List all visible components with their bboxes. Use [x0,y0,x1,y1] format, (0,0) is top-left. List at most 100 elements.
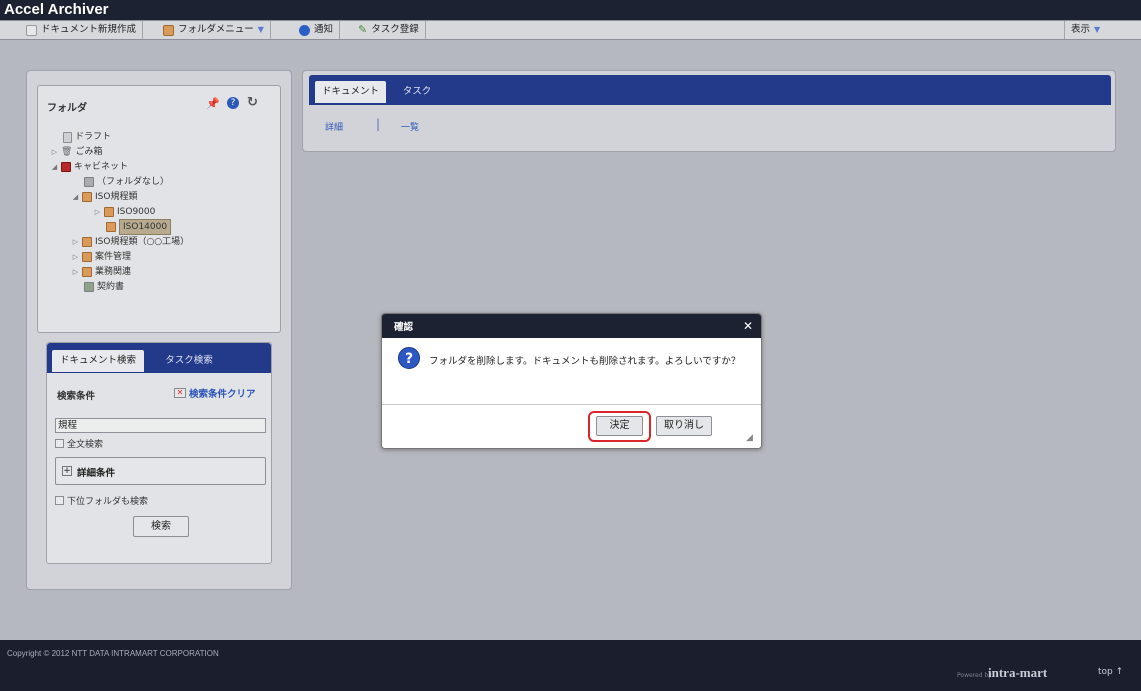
tree-item-label: 業務関連 [95,267,132,277]
question-icon: ? [398,347,420,369]
tree-item-label: 契約書 [97,282,125,292]
tab-document[interactable]: ドキュメント [315,81,386,103]
trash-icon: 🗑 [61,147,73,157]
folder-icon [82,192,92,202]
tree-item-label: ごみ箱 [75,147,103,157]
chevron-down-icon: ▼ [1094,25,1101,34]
folder-icon [84,177,94,187]
expand-icon[interactable]: ▷ [51,145,58,159]
detail-conditions-toggle[interactable]: + 詳細条件 [55,457,266,485]
search-tabs: ドキュメント検索 タスク検索 [47,343,271,373]
plus-icon: + [62,466,72,476]
expand-icon[interactable]: ▷ [72,265,79,279]
detail-conditions-label: 詳細条件 [77,468,116,479]
tree-item-draft[interactable]: ドラフト [63,130,111,144]
tab-task-search[interactable]: タスク検索 [153,350,225,372]
folder-icon [82,267,92,277]
resize-handle[interactable]: ◢ [746,433,753,443]
ok-button[interactable]: 決定 [596,416,643,436]
cabinet-icon [61,162,71,172]
notify-label: 通知 [314,24,334,35]
footer: Copyright © 2012 NTT DATA INTRAMART CORP… [0,640,1141,691]
tree-item-iso14000[interactable]: ISO14000 [106,219,172,235]
main-tabs: ドキュメント タスク [309,75,1111,105]
collapse-icon[interactable]: ◢ [51,160,58,174]
subfolder-label: 下位フォルダも検索 [67,496,149,507]
tree-item-label: 案件管理 [95,252,132,262]
tree-item-projects[interactable]: ▷ 案件管理 [72,250,131,264]
link-separator: | [376,117,381,131]
clear-icon: ✕ [174,388,186,398]
expand-icon[interactable]: ▷ [72,235,79,249]
link-detail[interactable]: 詳細 [325,120,343,133]
close-icon[interactable]: ✕ [743,319,753,333]
tab-task[interactable]: タスク [392,81,442,103]
tree-item-business[interactable]: ▷ 業務関連 [72,265,131,279]
chevron-down-icon: ▼ [257,25,264,34]
expand-icon[interactable]: ▷ [72,250,79,264]
tree-item-label: ISO規程類 [95,192,138,202]
pencil-icon: ✎ [358,23,368,36]
left-panel: フォルダ 📌 ? ↻ ドラフト ▷ 🗑 ごみ箱 ◢ キャビネット （フォルダなし… [26,70,292,590]
fulltext-label: 全文検索 [67,439,104,450]
collapse-icon[interactable]: ◢ [72,190,79,204]
powered-by-label: Powered by [957,672,992,679]
keyword-input[interactable]: 規程 [55,418,266,433]
app-header: Accel Archiver ドキュメント新規作成 フォルダメニュー ▼ 通知 … [0,0,1141,40]
tree-item-label: ISO規程類（○○工場） [95,237,190,247]
tree-item-label: キャビネット [74,162,129,172]
cancel-button[interactable]: 取り消し [656,416,712,436]
tree-item-iso[interactable]: ◢ ISO規程類 [72,190,137,204]
folder-menu-button[interactable]: フォルダメニュー ▼ [157,21,271,39]
link-list[interactable]: 一覧 [401,120,419,133]
view-label: 表示 [1071,24,1091,35]
copyright-text: Copyright © 2012 NTT DATA INTRAMART CORP… [7,649,219,658]
folder-icon [82,237,92,247]
folder-icon [82,252,92,262]
tree-item-iso-factory[interactable]: ▷ ISO規程類（○○工場） [72,235,189,249]
folder-icon [104,207,114,217]
fulltext-checkbox[interactable]: 全文検索 [55,437,104,450]
checkbox-box[interactable] [55,438,64,448]
document-icon [63,131,72,143]
tab-document-search[interactable]: ドキュメント検索 [52,350,144,372]
tree-item-trash[interactable]: ▷ 🗑 ごみ箱 [51,145,103,159]
subfolder-checkbox[interactable]: 下位フォルダも検索 [55,494,149,507]
new-document-label: ドキュメント新規作成 [41,24,137,35]
contract-icon [84,282,94,292]
task-register-button[interactable]: ✎ タスク登録 [352,21,426,39]
dialog-message: フォルダを削除します。ドキュメントも削除されます。よろしいですか？ [429,356,741,367]
top-link[interactable]: top ↑ [1098,667,1123,677]
tree-item-label: （フォルダなし） [97,177,170,187]
folder-icon [106,222,116,232]
pin-icon[interactable]: 📌 [206,97,220,110]
intramart-logo: intra-mart [988,665,1048,680]
tree-item-iso9000[interactable]: ▷ ISO9000 [94,205,155,219]
clear-conditions-link[interactable]: ✕ 検索条件クリア [174,386,256,400]
refresh-icon[interactable]: ↻ [247,95,258,110]
tree-item-label: ドラフト [75,132,112,142]
toolbar: ドキュメント新規作成 フォルダメニュー ▼ 通知 ✎ タスク登録 表示 ▼ [0,20,1141,40]
task-register-label: タスク登録 [371,24,419,35]
tree-item-cabinet[interactable]: ◢ キャビネット [51,160,128,174]
checkbox-box[interactable] [55,495,64,505]
tree-item-contracts[interactable]: 契約書 [84,280,124,294]
help-icon[interactable]: ? [227,97,239,109]
folder-tree-panel: フォルダ 📌 ? ↻ ドラフト ▷ 🗑 ごみ箱 ◢ キャビネット （フォルダなし… [37,85,281,333]
search-button[interactable]: 検索 [133,516,189,537]
search-panel: ドキュメント検索 タスク検索 検索条件 ✕ 検索条件クリア 規程 全文検索 + … [46,342,272,564]
new-document-button[interactable]: ドキュメント新規作成 [20,21,144,39]
confirm-dialog: 確認 ✕ ? フォルダを削除します。ドキュメントも削除されます。よろしいですか？… [381,313,762,449]
tree-item-label: ISO9000 [117,207,156,217]
tree-item-no-folder[interactable]: （フォルダなし） [84,175,169,189]
dialog-header: 確認 ✕ [382,314,761,338]
new-document-icon [26,24,37,36]
view-menu-button[interactable]: 表示 ▼ [1064,21,1106,39]
expand-icon[interactable]: ▷ [94,205,101,219]
folder-menu-label: フォルダメニュー [178,24,254,35]
folder-panel-title: フォルダ [47,103,87,114]
app-title: Accel Archiver [4,1,109,18]
notify-button[interactable]: 通知 [293,21,341,39]
folder-icon [163,24,174,36]
dialog-footer: 決定 取り消し ◢ [382,404,761,448]
